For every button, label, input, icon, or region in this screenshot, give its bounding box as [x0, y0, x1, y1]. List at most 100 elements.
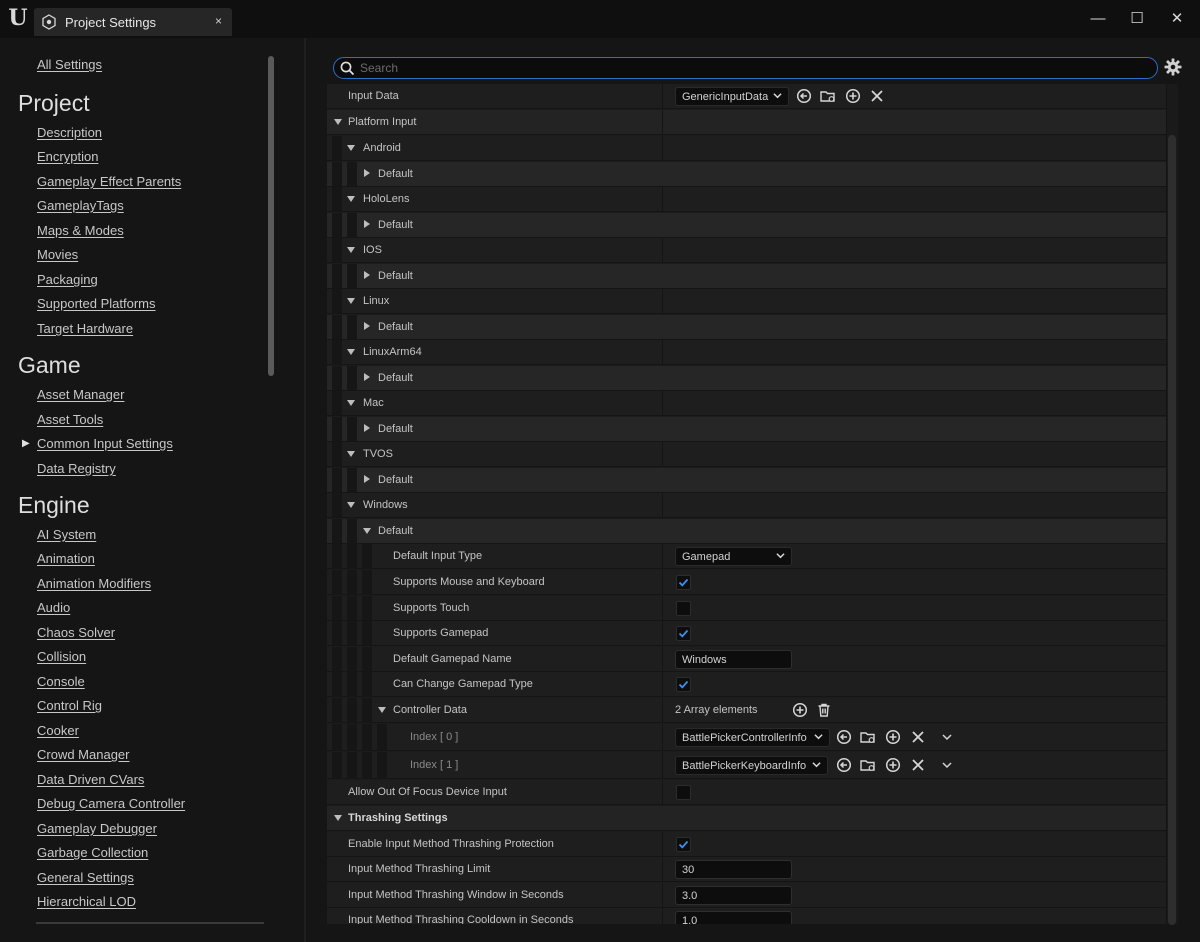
expand-arrow-icon[interactable]	[378, 707, 386, 713]
sidebar-item-supported-platforms[interactable]: Supported Platforms	[37, 296, 156, 311]
supports-touch-checkbox[interactable]	[676, 601, 691, 616]
row-tvos-default[interactable]: Default	[327, 468, 1167, 493]
expand-arrow-icon[interactable]	[347, 145, 355, 151]
expand-arrow-icon[interactable]	[347, 349, 355, 355]
sidebar-item-cooker[interactable]: Cooker	[37, 723, 79, 738]
expand-arrow-icon[interactable]	[347, 502, 355, 508]
sidebar-scrollbar[interactable]	[268, 56, 274, 376]
row-ios-default[interactable]: Default	[327, 264, 1167, 289]
maximize-button[interactable]: ☐	[1122, 6, 1152, 32]
add-icon[interactable]	[885, 729, 901, 745]
sidebar-item-encryption[interactable]: Encryption	[37, 149, 98, 164]
chevron-down-icon[interactable]	[939, 757, 955, 773]
collapsed-arrow-icon[interactable]	[364, 373, 370, 381]
row-windows-default[interactable]: Default	[327, 519, 1167, 544]
row-platform-android[interactable]: Android	[327, 136, 1167, 161]
row-platform-windows[interactable]: Windows	[327, 493, 1167, 518]
sidebar-item-control-rig[interactable]: Control Rig	[37, 698, 102, 713]
sidebar-item-gameplay-effect-parents[interactable]: Gameplay Effect Parents	[37, 174, 181, 189]
sidebar-item-ai-system[interactable]: AI System	[37, 527, 96, 542]
supports-gamepad-checkbox[interactable]	[676, 626, 691, 641]
can-change-gamepad-type-checkbox[interactable]	[676, 677, 691, 692]
sidebar-item-audio[interactable]: Audio	[37, 600, 70, 615]
add-icon[interactable]	[885, 757, 901, 773]
row-hololens-default[interactable]: Default	[327, 213, 1167, 238]
sidebar-item-maps-modes[interactable]: Maps & Modes	[37, 223, 124, 238]
add-element-icon[interactable]	[792, 702, 808, 718]
row-linuxarm64-default[interactable]: Default	[327, 366, 1167, 391]
browse-folder-icon[interactable]	[860, 757, 876, 773]
row-mac-default[interactable]: Default	[327, 417, 1167, 442]
tab-project-settings[interactable]: Project Settings ×	[34, 8, 232, 36]
supports-mouse-keyboard-checkbox[interactable]	[676, 575, 691, 590]
collapsed-arrow-icon[interactable]	[364, 169, 370, 177]
controller-data-combo-1[interactable]: BattlePickerKeyboardInfo	[675, 756, 828, 775]
collapsed-arrow-icon[interactable]	[364, 322, 370, 330]
trash-icon[interactable]	[816, 702, 832, 718]
collapsed-arrow-icon[interactable]	[364, 424, 370, 432]
row-platform-input[interactable]: Platform Input	[327, 110, 1167, 135]
row-platform-tvos[interactable]: TVOS	[327, 442, 1167, 467]
expand-arrow-icon[interactable]	[334, 815, 342, 821]
use-selected-icon[interactable]	[836, 757, 852, 773]
browse-folder-icon[interactable]	[860, 729, 876, 745]
add-icon[interactable]	[845, 88, 861, 104]
sidebar-item-target-hardware[interactable]: Target Hardware	[37, 321, 133, 336]
clear-icon[interactable]	[910, 729, 926, 745]
sidebar-item-gameplaytags[interactable]: GameplayTags	[37, 198, 124, 213]
details-scrollbar[interactable]	[1168, 135, 1176, 925]
clear-icon[interactable]	[869, 88, 885, 104]
sidebar-item-animation[interactable]: Animation	[37, 551, 95, 566]
gear-icon[interactable]	[1163, 57, 1183, 77]
expand-arrow-icon[interactable]	[347, 400, 355, 406]
sidebar-item-asset-manager[interactable]: Asset Manager	[37, 387, 124, 402]
all-settings-link[interactable]: All Settings	[37, 57, 102, 72]
sidebar-item-description[interactable]: Description	[37, 125, 102, 140]
expand-arrow-icon[interactable]	[347, 298, 355, 304]
sidebar-item-packaging[interactable]: Packaging	[37, 272, 98, 287]
sidebar-item-data-registry[interactable]: Data Registry	[37, 461, 116, 476]
tab-close-icon[interactable]: ×	[215, 14, 222, 28]
sidebar-item-collision[interactable]: Collision	[37, 649, 86, 664]
sidebar-item-common-input-settings[interactable]: Common Input Settings	[37, 436, 173, 451]
default-input-type-combo[interactable]: Gamepad	[675, 547, 792, 566]
use-selected-icon[interactable]	[796, 88, 812, 104]
thrashing-limit-field[interactable]: 30	[675, 860, 792, 879]
browse-folder-icon[interactable]	[820, 88, 836, 104]
search-input[interactable]	[360, 59, 1150, 77]
row-platform-ios[interactable]: IOS	[327, 238, 1167, 263]
row-platform-mac[interactable]: Mac	[327, 391, 1167, 416]
thrashing-window-field[interactable]: 3.0	[675, 886, 792, 905]
chevron-down-icon[interactable]	[939, 729, 955, 745]
sidebar-horizontal-scrollbar[interactable]	[36, 922, 264, 924]
row-linux-default[interactable]: Default	[327, 315, 1167, 340]
use-selected-icon[interactable]	[836, 729, 852, 745]
row-platform-hololens[interactable]: HoloLens	[327, 187, 1167, 212]
row-controller-data[interactable]: Controller Data 2 Array elements	[327, 698, 1167, 723]
input-data-combo[interactable]: GenericInputData	[675, 87, 789, 106]
sidebar-item-gameplay-debugger[interactable]: Gameplay Debugger	[37, 821, 157, 836]
sidebar-item-movies[interactable]: Movies	[37, 247, 78, 262]
row-thrashing-settings[interactable]: Thrashing Settings	[327, 806, 1167, 831]
allow-out-of-focus-checkbox[interactable]	[676, 785, 691, 800]
sidebar-item-console[interactable]: Console	[37, 674, 85, 689]
expand-arrow-icon[interactable]	[347, 196, 355, 202]
sidebar-item-hierarchical-lod[interactable]: Hierarchical LOD	[37, 894, 136, 909]
expand-arrow-icon[interactable]	[347, 451, 355, 457]
sidebar-item-crowd-manager[interactable]: Crowd Manager	[37, 747, 130, 762]
row-platform-linuxarm64[interactable]: LinuxArm64	[327, 340, 1167, 365]
thrashing-enable-checkbox[interactable]	[676, 837, 691, 852]
collapsed-arrow-icon[interactable]	[364, 475, 370, 483]
collapsed-arrow-icon[interactable]	[364, 271, 370, 279]
sidebar-item-debug-camera-controller[interactable]: Debug Camera Controller	[37, 796, 185, 811]
expand-arrow-icon[interactable]	[334, 119, 342, 125]
close-button[interactable]: ✕	[1162, 6, 1192, 32]
sidebar-item-chaos-solver[interactable]: Chaos Solver	[37, 625, 115, 640]
sidebar-item-general-settings[interactable]: General Settings	[37, 870, 134, 885]
expand-arrow-icon[interactable]	[363, 528, 371, 534]
collapsed-arrow-icon[interactable]	[364, 220, 370, 228]
minimize-button[interactable]: —	[1083, 6, 1113, 32]
row-platform-linux[interactable]: Linux	[327, 289, 1167, 314]
clear-icon[interactable]	[910, 757, 926, 773]
controller-data-combo-0[interactable]: BattlePickerControllerInfo	[675, 728, 830, 747]
